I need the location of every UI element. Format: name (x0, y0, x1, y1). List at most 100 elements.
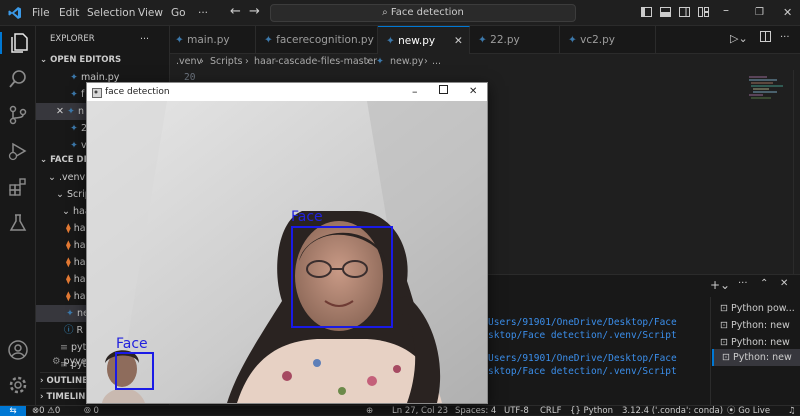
camera-frame: Face Face (87, 101, 487, 403)
chevron-up-icon[interactable]: ⌃ (760, 278, 768, 289)
open-editors-section[interactable]: ⌄ OPEN EDITORS (40, 52, 169, 69)
tree-label: ha (73, 274, 86, 285)
python-file-icon: ✦ (66, 308, 77, 319)
close-window-icon[interactable]: ✕ (783, 6, 792, 19)
testing-icon[interactable] (7, 212, 29, 234)
python-file-icon: ✦ (70, 140, 81, 151)
terminal-icon: ⊡ (720, 303, 731, 314)
minimize-icon[interactable]: – (723, 3, 729, 17)
face-detection-window: face detection – ✕ Face Face (86, 82, 488, 404)
minimap[interactable] (747, 74, 795, 104)
toggle-secondary-sidebar-icon[interactable] (679, 7, 690, 20)
restore-icon[interactable]: ❐ (755, 7, 764, 18)
source-control-icon[interactable] (7, 104, 29, 126)
open-editors-label: OPEN EDITORS (50, 55, 122, 65)
terminal-session-label: Python: new (732, 352, 792, 363)
menu-more[interactable]: ··· (198, 7, 208, 19)
python-file-icon: ✦ (478, 34, 491, 46)
python-file-icon: ✦ (568, 34, 581, 46)
tab-new-py[interactable]: ✦ new.py ✕ (378, 26, 470, 54)
breadcrumb-item[interactable]: Scripts (210, 54, 243, 70)
command-center[interactable]: ⌕ Face detection (270, 4, 576, 22)
toggle-sidebar-icon[interactable] (641, 7, 652, 20)
chevron-right-icon: › (245, 56, 249, 67)
face-label: Face (116, 336, 148, 352)
tree-label: .venv (58, 172, 86, 183)
python-file-icon: ✦ (70, 72, 81, 83)
breadcrumb-item[interactable]: new.py (390, 54, 423, 70)
python-file-icon: ✦ (376, 56, 384, 67)
tab-22-py[interactable]: ✦ 22.py (470, 26, 560, 54)
cv-window-titlebar[interactable]: face detection – ✕ (87, 83, 487, 101)
new-terminal-icon[interactable]: +⌄ (710, 278, 730, 292)
tab-label: 22.py (490, 34, 520, 46)
tree-label: pyve (63, 356, 87, 367)
chevron-down-icon: ⌄ (48, 172, 59, 183)
terminal-icon: ⊡ (720, 320, 731, 331)
cv-minimize-icon[interactable]: – (412, 83, 418, 101)
terminal-line: sktop/Face detection/.venv/Script (488, 330, 677, 341)
close-tab-icon[interactable]: ✕ (454, 27, 463, 55)
close-panel-icon[interactable]: ✕ (780, 278, 788, 289)
rss-file-icon: ⧫ (66, 257, 74, 268)
cv-window-title: face detection (105, 87, 170, 97)
breadcrumb-item[interactable]: haar-cascade-files-master (254, 54, 377, 70)
face-label: Face (291, 209, 323, 225)
chevron-down-icon: ⌄ (40, 155, 51, 165)
back-arrow-icon[interactable]: ← (230, 4, 241, 19)
scrollbar-track[interactable] (793, 70, 794, 274)
file-icon: ≡ (60, 342, 71, 353)
cv-maximize-icon[interactable] (439, 83, 448, 101)
tab-label: new.py (398, 35, 436, 47)
python-file-icon: ✦ (175, 34, 188, 46)
explorer-icon[interactable] (0, 32, 36, 54)
vscode-logo (8, 6, 22, 20)
run-debug-icon[interactable] (7, 140, 29, 162)
editor-tabs: ✦ main.py ✦ facerecognition.py ✦ new.py ✕… (170, 26, 800, 54)
terminal-session[interactable]: ⊡ Python: new (712, 317, 800, 334)
breadcrumb-item[interactable]: .venv (176, 54, 202, 70)
account-icon[interactable] (7, 339, 29, 361)
breadcrumb-item[interactable]: ... (432, 54, 441, 70)
tab-facerecognition-py[interactable]: ✦ facerecognition.py (256, 26, 378, 54)
extensions-icon[interactable] (7, 176, 29, 198)
more-editor-actions-icon[interactable]: ··· (780, 32, 790, 43)
chevron-right-icon: › (366, 56, 370, 67)
forward-arrow-icon[interactable]: → (249, 4, 260, 19)
more-actions-icon[interactable]: ··· (738, 278, 748, 289)
tree-label: ha (73, 291, 86, 302)
search-icon: ⌕ (382, 7, 391, 18)
cv-close-icon[interactable]: ✕ (469, 83, 477, 101)
gear-icon: ⚙ (52, 356, 64, 367)
tab-main-py[interactable]: ✦ main.py (170, 26, 256, 54)
settings-gear-icon[interactable] (7, 374, 29, 396)
tab-vc2-py[interactable]: ✦ vc2.py (560, 26, 656, 54)
chevron-down-icon: ⌄ (40, 55, 51, 65)
rss-file-icon: ⧫ (66, 223, 74, 234)
tree-label: ha (73, 257, 86, 268)
info-icon: ⓘ (64, 325, 77, 336)
tree-label: ha (73, 240, 86, 251)
menu-selection[interactable]: Selection (87, 7, 135, 19)
menu-edit[interactable]: Edit (59, 7, 79, 19)
menu-view[interactable]: View (138, 7, 163, 19)
more-actions-icon[interactable]: ··· (140, 31, 160, 48)
rss-file-icon: ⧫ (66, 274, 74, 285)
timeline-label: TIMELIN (46, 392, 86, 402)
menu-go[interactable]: Go (171, 7, 186, 19)
toggle-panel-icon[interactable] (660, 7, 671, 20)
run-python-icon[interactable]: ▷⌄ (730, 32, 748, 45)
rss-file-icon: ⧫ (66, 291, 74, 302)
tree-label: pyt (70, 342, 87, 353)
python-file-icon: ✦ (386, 35, 399, 47)
close-icon[interactable]: ✕ (56, 106, 67, 117)
tab-label: main.py (187, 34, 230, 46)
chevron-down-icon: ⌄ (62, 206, 73, 217)
split-editor-icon[interactable] (760, 31, 771, 45)
search-icon[interactable] (7, 68, 29, 90)
menu-file[interactable]: File (32, 7, 50, 19)
terminal-icon: ⊡ (722, 352, 733, 363)
terminal-session-active[interactable]: ⊡ Python: new (712, 349, 800, 366)
customize-layout-icon[interactable] (698, 7, 709, 20)
terminal-session[interactable]: ⊡ Python pow... (712, 300, 800, 317)
